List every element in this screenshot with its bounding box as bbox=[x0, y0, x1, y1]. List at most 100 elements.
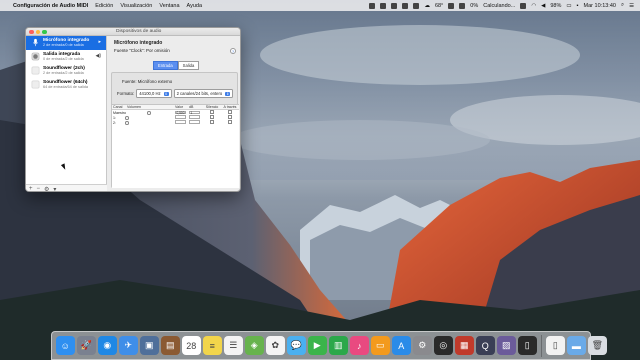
help-button[interactable]: ? bbox=[230, 48, 236, 54]
weather-icon[interactable]: ☁ bbox=[424, 3, 430, 9]
minimize-button[interactable] bbox=[35, 29, 41, 35]
dvd-player-icon[interactable]: ◎ bbox=[434, 336, 453, 355]
status-icon-1[interactable] bbox=[369, 2, 376, 9]
dock-icon-glyph: ≡ bbox=[209, 340, 215, 351]
photo-stack-icon[interactable]: ▨ bbox=[497, 336, 516, 355]
gear-icon[interactable]: ⚙ bbox=[44, 186, 49, 192]
bit-depth-value: 2 canales/24 bits, entero bbox=[176, 91, 223, 96]
bluetooth-icon[interactable] bbox=[520, 2, 527, 9]
menu-visualizacion[interactable]: Visualización bbox=[120, 3, 152, 9]
device-item-salida-integrada[interactable]: Salida integrada 0 de entrada/2 de salid… bbox=[26, 50, 106, 64]
window-titlebar[interactable]: Dispositivos de audio bbox=[26, 28, 240, 36]
reminders-icon[interactable]: ☰ bbox=[224, 336, 243, 355]
dock-icon-glyph: ◎ bbox=[439, 340, 448, 350]
mail-icon[interactable]: ✈ bbox=[119, 336, 138, 355]
trash-icon[interactable]: 🗑 bbox=[588, 336, 607, 355]
column-header: Volumen bbox=[127, 105, 141, 109]
cpu-percent-text[interactable]: 0% bbox=[470, 3, 478, 9]
input-output-tabs: Entrada Salida bbox=[153, 61, 200, 71]
status-area: ☁ 68° 0% Calculando... ◠ ◀ 98% ▭ ▪ Mar 1… bbox=[369, 0, 634, 11]
quicktime-icon[interactable]: Q bbox=[476, 336, 495, 355]
messages-icon[interactable]: 💬 bbox=[287, 336, 306, 355]
remove-device-button[interactable]: − bbox=[37, 186, 41, 191]
maps-icon[interactable]: ◈ bbox=[245, 336, 264, 355]
volume-icon[interactable]: ◀ bbox=[541, 3, 545, 9]
spotlight-icon[interactable]: ⌕ bbox=[621, 2, 624, 9]
status-icon-4[interactable] bbox=[402, 2, 409, 9]
dock-icon-glyph: ▦ bbox=[459, 340, 469, 350]
tab-entrada[interactable]: Entrada bbox=[153, 61, 178, 71]
speaker-output-icon: ◀) bbox=[95, 53, 101, 59]
appstore-icon[interactable]: A bbox=[392, 336, 411, 355]
menu-edicion[interactable]: Edición bbox=[95, 3, 113, 9]
value-field[interactable]: 0,500 bbox=[175, 110, 186, 115]
document-icon[interactable]: ▯ bbox=[546, 336, 565, 355]
value-field[interactable] bbox=[175, 115, 186, 119]
preview-icon[interactable]: ▣ bbox=[140, 336, 159, 355]
launchpad-icon[interactable]: 🚀 bbox=[77, 336, 96, 355]
numbers-icon[interactable]: ▥ bbox=[329, 336, 348, 355]
db-field[interactable] bbox=[189, 115, 200, 119]
bit-depth-select[interactable]: 2 canales/24 bits, entero ⇕ bbox=[173, 89, 234, 98]
battery-text[interactable]: 98% bbox=[550, 3, 561, 9]
thru-checkbox[interactable] bbox=[228, 110, 232, 114]
photo-booth-icon[interactable]: ▦ bbox=[455, 336, 474, 355]
dock-icon-glyph: 28 bbox=[186, 340, 197, 351]
thru-checkbox[interactable] bbox=[228, 120, 232, 124]
temperature-text[interactable]: 68° bbox=[435, 3, 443, 9]
dock-separator bbox=[541, 334, 542, 357]
itunes-icon[interactable]: ♪ bbox=[350, 336, 369, 355]
calculating-text[interactable]: Calculando... bbox=[483, 3, 515, 9]
wifi-icon[interactable]: ◠ bbox=[531, 3, 536, 9]
mute-checkbox[interactable] bbox=[210, 115, 214, 119]
device-item-soundflower-64ch[interactable]: Soundflower (64ch) 64 de entrada/64 de s… bbox=[26, 78, 106, 92]
app-menu[interactable]: Configuración de Audio MIDI bbox=[13, 3, 88, 9]
calendar-icon[interactable]: 28 bbox=[182, 336, 201, 355]
photos-icon[interactable]: ✿ bbox=[266, 336, 285, 355]
menu-ayuda[interactable]: Ayuda bbox=[187, 3, 203, 9]
window-title: Dispositivos de audio bbox=[116, 28, 162, 34]
dock-icon-glyph: ◈ bbox=[250, 340, 258, 350]
clock-source-value[interactable]: Por omisión bbox=[146, 48, 170, 53]
facetime-icon[interactable]: ▶ bbox=[308, 336, 327, 355]
table-row: 2: bbox=[112, 120, 239, 125]
device-item-microfono-integrado[interactable]: Micrófono integrado 2 de entrada/0 de sa… bbox=[26, 36, 106, 50]
dock-icon-glyph: A bbox=[398, 340, 405, 351]
safari-icon[interactable]: ◉ bbox=[98, 336, 117, 355]
device-item-soundflower-2ch[interactable]: Soundflower (2ch) 2 de entrada/2 de sali… bbox=[26, 64, 106, 78]
status-icon-5[interactable] bbox=[413, 2, 420, 9]
status-icon-7[interactable] bbox=[459, 2, 466, 9]
status-icon-3[interactable] bbox=[391, 2, 398, 9]
ibooks-icon[interactable]: ▭ bbox=[371, 336, 390, 355]
dock-icon-glyph: 💬 bbox=[290, 340, 302, 350]
status-icon-2[interactable] bbox=[380, 2, 387, 9]
dock-icon-glyph: ▥ bbox=[333, 340, 343, 350]
add-device-button[interactable]: + bbox=[29, 186, 33, 191]
mute-checkbox[interactable] bbox=[210, 120, 214, 124]
menu-ventana[interactable]: Ventana bbox=[159, 3, 179, 9]
chevron-updown-icon: ⇕ bbox=[163, 91, 169, 96]
column-header: Canal bbox=[113, 105, 123, 109]
flag-icon[interactable]: ▪ bbox=[577, 3, 579, 9]
battery-icon[interactable]: ▭ bbox=[566, 3, 571, 9]
mute-checkbox[interactable] bbox=[210, 110, 214, 114]
piano-icon[interactable]: ▯ bbox=[518, 336, 537, 355]
chevron-down-icon[interactable]: ▾ bbox=[53, 186, 56, 192]
db-field[interactable]: 1 bbox=[189, 110, 200, 115]
zoom-button[interactable] bbox=[42, 29, 47, 35]
close-button[interactable] bbox=[29, 29, 34, 35]
clock-text[interactable]: Mar 10:13:40 bbox=[584, 3, 616, 9]
status-icon-6[interactable] bbox=[448, 2, 455, 9]
sample-rate-select[interactable]: 44100,0 Hz ⇕ bbox=[136, 89, 172, 98]
db-field[interactable] bbox=[189, 120, 200, 124]
format-row: Formato: 44100,0 Hz ⇕ 2 canales/24 bits,… bbox=[117, 89, 234, 98]
notebook-icon[interactable]: ▤ bbox=[161, 336, 180, 355]
notes-icon[interactable]: ≡ bbox=[203, 336, 222, 355]
finder-icon[interactable]: ☺ bbox=[56, 336, 75, 355]
system-prefs-icon[interactable]: ⚙ bbox=[413, 336, 432, 355]
value-field[interactable] bbox=[175, 120, 186, 124]
tab-salida[interactable]: Salida bbox=[177, 61, 200, 71]
notification-center-icon[interactable]: ☰ bbox=[629, 3, 634, 9]
folder-icon[interactable]: ▬ bbox=[567, 336, 586, 355]
thru-checkbox[interactable] bbox=[228, 115, 232, 119]
